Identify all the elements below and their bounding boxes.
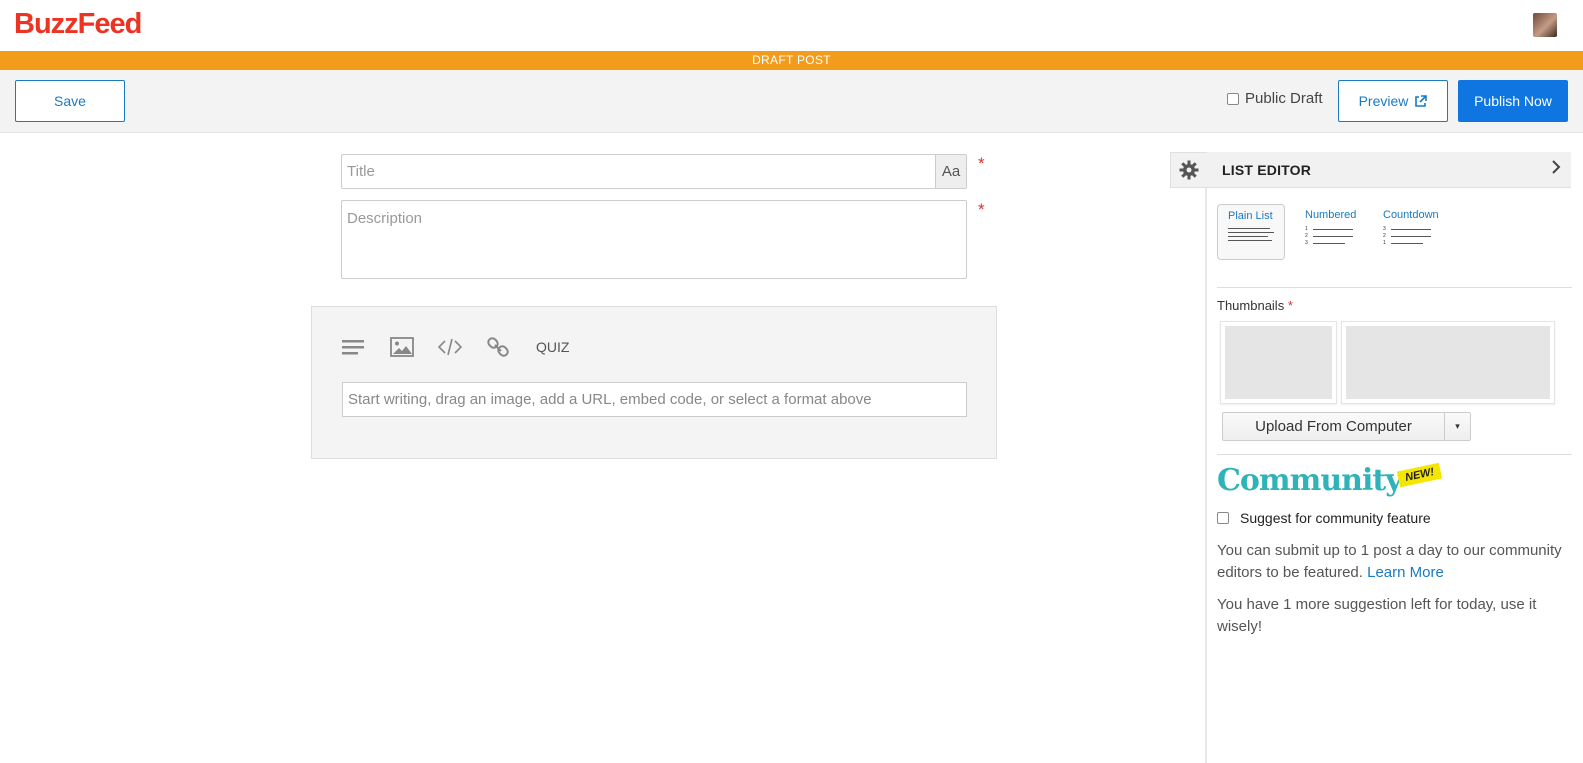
embed-code-icon[interactable] bbox=[438, 335, 486, 359]
description-placeholder: Description bbox=[347, 210, 423, 227]
gear-icon bbox=[1179, 160, 1199, 180]
chevron-down-icon[interactable]: ▾ bbox=[1445, 413, 1470, 440]
list-format-options: Plain List Numbered 1 2 3 Countdown 3 2 … bbox=[1217, 204, 1441, 260]
publish-now-button[interactable]: Publish Now bbox=[1458, 80, 1568, 122]
public-draft-label: Public Draft bbox=[1245, 90, 1323, 107]
user-avatar[interactable] bbox=[1533, 13, 1557, 37]
countdown-list-icon: 3 2 1 bbox=[1383, 227, 1431, 246]
divider bbox=[1217, 454, 1572, 455]
community-logo: Community bbox=[1217, 463, 1403, 498]
font-toggle-button[interactable]: Aa bbox=[935, 155, 966, 188]
text-icon[interactable] bbox=[342, 335, 390, 359]
upload-from-computer-button[interactable]: Upload From Computer bbox=[1223, 413, 1445, 440]
community-info-text: You can submit up to 1 post a day to our… bbox=[1217, 542, 1562, 581]
plain-list-icon bbox=[1228, 228, 1274, 241]
draft-post-banner: DRAFT POST bbox=[0, 51, 1583, 70]
suggest-community-toggle[interactable]: Suggest for community feature bbox=[1217, 510, 1431, 526]
chevron-right-icon[interactable] bbox=[1551, 160, 1561, 179]
external-link-icon bbox=[1415, 94, 1428, 107]
preview-label: Preview bbox=[1358, 93, 1409, 109]
thumbnails-label: Thumbnails * bbox=[1217, 298, 1293, 313]
public-draft-toggle[interactable]: Public Draft bbox=[1227, 90, 1323, 107]
post-toolbar: Save Public Draft Preview Publish Now bbox=[0, 70, 1583, 133]
link-icon[interactable] bbox=[486, 335, 534, 359]
compose-input[interactable]: Start writing, drag an image, add a URL,… bbox=[342, 382, 967, 417]
format-numbered[interactable]: Numbered 1 2 3 bbox=[1295, 204, 1363, 260]
format-countdown-label: Countdown bbox=[1383, 209, 1439, 221]
list-editor-header: LIST EDITOR bbox=[1207, 152, 1571, 188]
title-placeholder: Title bbox=[347, 163, 375, 180]
format-numbered-label: Numbered bbox=[1305, 209, 1357, 221]
learn-more-link[interactable]: Learn More bbox=[1367, 564, 1444, 581]
image-icon[interactable] bbox=[390, 335, 438, 359]
compose-placeholder: Start writing, drag an image, add a URL,… bbox=[348, 391, 872, 408]
format-plain-list-label: Plain List bbox=[1228, 210, 1273, 222]
format-countdown[interactable]: Countdown 3 2 1 bbox=[1373, 204, 1441, 260]
numbered-list-icon: 1 2 3 bbox=[1305, 227, 1353, 246]
thumbnail-square[interactable] bbox=[1220, 321, 1337, 404]
list-editor-title: LIST EDITOR bbox=[1222, 162, 1312, 178]
suggest-community-checkbox[interactable] bbox=[1217, 512, 1229, 524]
settings-tab[interactable] bbox=[1170, 152, 1207, 188]
compose-area: QUIZ Start writing, drag an image, add a… bbox=[311, 306, 997, 459]
top-header: BuzzFeed bbox=[0, 0, 1583, 51]
format-plain-list[interactable]: Plain List bbox=[1217, 204, 1285, 260]
suggest-community-label: Suggest for community feature bbox=[1240, 510, 1431, 526]
remaining-suggestions-text: You have 1 more suggestion left for toda… bbox=[1217, 596, 1537, 635]
quiz-format-button[interactable]: QUIZ bbox=[536, 339, 569, 355]
save-button[interactable]: Save bbox=[15, 80, 125, 122]
buzzfeed-logo[interactable]: BuzzFeed bbox=[14, 8, 142, 41]
upload-dropdown: Upload From Computer ▾ bbox=[1222, 412, 1471, 441]
description-required-mark: * bbox=[978, 200, 985, 219]
thumbnails-required-mark: * bbox=[1287, 298, 1293, 313]
divider bbox=[1217, 287, 1572, 288]
title-input[interactable]: Title Aa bbox=[341, 154, 967, 189]
public-draft-checkbox[interactable] bbox=[1227, 92, 1239, 105]
thumbnail-wide[interactable] bbox=[1341, 321, 1555, 404]
preview-button[interactable]: Preview bbox=[1338, 80, 1448, 122]
description-input[interactable]: Description bbox=[341, 200, 967, 279]
title-required-mark: * bbox=[978, 154, 985, 173]
format-toolbar: QUIZ bbox=[342, 335, 569, 359]
